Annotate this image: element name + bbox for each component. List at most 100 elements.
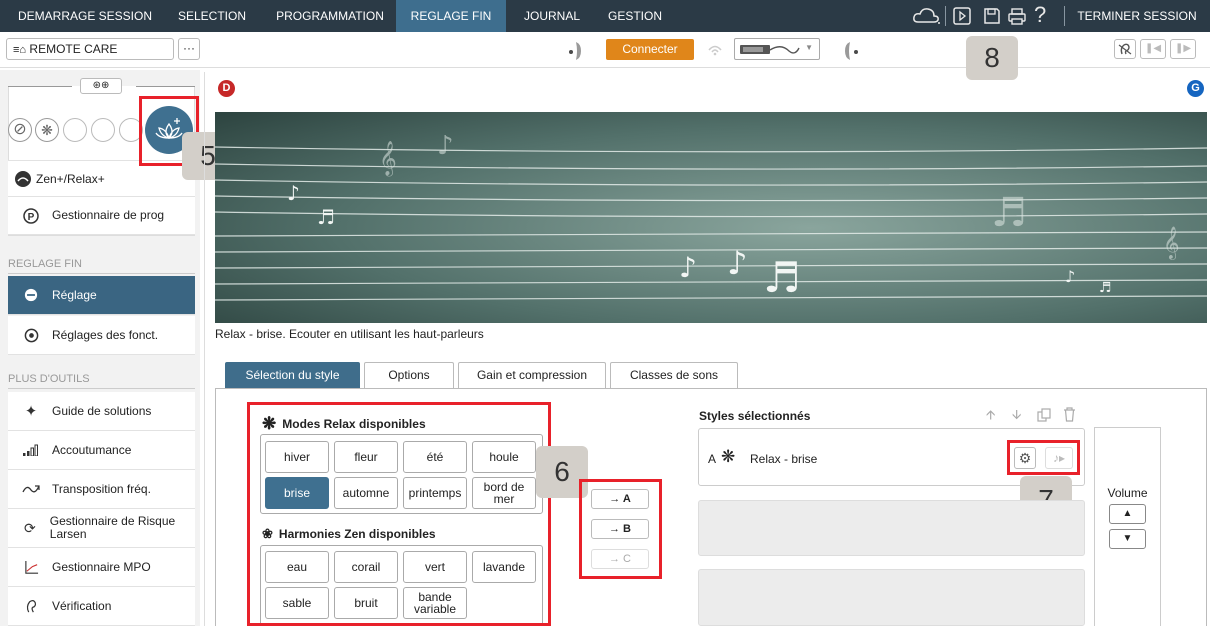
tab-classes-sons[interactable]: Classes de sons: [610, 362, 738, 388]
callout-box-6: [247, 402, 551, 626]
nav-gestion[interactable]: GESTION: [595, 0, 675, 32]
sidebar-item-label: Accoutumance: [52, 442, 132, 457]
svg-text:𝄞: 𝄞: [1163, 226, 1180, 260]
link-sides-button[interactable]: ⊛⊕: [80, 78, 122, 94]
style-slot-b[interactable]: [698, 500, 1085, 556]
feature-gear-icon: [22, 326, 40, 344]
remote-care-button[interactable]: ≡⌂ REMOTE CARE: [6, 38, 174, 60]
selected-styles-title: Styles sélectionnés: [699, 409, 811, 423]
save-icon[interactable]: [982, 6, 1002, 26]
sidebar-item-accoutumance[interactable]: Accoutumance: [8, 431, 195, 470]
relax-style-image: ♪ ♬ ♪ ♪ ♬ ♪ ♬ 𝄞 ♪ ♬ 𝄞: [215, 112, 1207, 323]
style-settings-button[interactable]: ⚙: [1014, 447, 1036, 469]
nav-selection[interactable]: SELECTION: [166, 0, 258, 32]
sidebar-item-larsen[interactable]: ⟳ Gestionnaire de Risque Larsen: [8, 509, 195, 548]
program-p-icon: P: [22, 207, 40, 225]
assign-to-a-button[interactable]: → A: [591, 489, 649, 509]
ear-mute-icon: [1118, 43, 1132, 55]
programmer-dropdown[interactable]: ▼: [734, 38, 820, 60]
feedback-arrows-icon: ⟳: [24, 519, 36, 536]
divider: [8, 388, 195, 389]
volume-panel: [1094, 427, 1161, 626]
style-slot-c[interactable]: [698, 569, 1085, 626]
cloud-icon[interactable]: [912, 6, 942, 26]
sidebar-item-prog-manager[interactable]: P Gestionnaire de prog: [8, 196, 195, 235]
more-button[interactable]: ···: [178, 38, 200, 60]
tab-options[interactable]: Options: [364, 362, 454, 388]
volume-label: Volume: [1107, 486, 1148, 500]
svg-text:♬: ♬: [1099, 280, 1112, 296]
style-caption: Relax - brise. Ecouter en utilisant les …: [215, 327, 484, 341]
nav-divider: [945, 6, 946, 26]
tab-gain-compression[interactable]: Gain et compression: [458, 362, 606, 388]
nav-programmation[interactable]: PROGRAMMATION: [270, 0, 390, 32]
program-slot-empty[interactable]: ⊘: [8, 118, 32, 142]
nav-journal[interactable]: JOURNAL: [512, 0, 592, 32]
zen-program-icon: [15, 170, 31, 187]
nav-divider: [1064, 6, 1065, 26]
play-icon[interactable]: [952, 6, 972, 26]
divider: [136, 86, 195, 87]
volume-down-button[interactable]: ▼: [1109, 529, 1146, 549]
svg-text:♪: ♪: [679, 251, 697, 284]
transposition-icon: [22, 480, 40, 498]
left-hearing-aid-icon: [845, 42, 858, 60]
connect-button[interactable]: Connecter: [606, 39, 694, 60]
panel-divider: [204, 72, 205, 626]
svg-text:♪: ♪: [727, 244, 747, 282]
wireless-icon: [708, 45, 722, 56]
move-down-icon[interactable]: 🡫: [1012, 406, 1021, 428]
section-header-plus-outils: PLUS D'OUTILS: [8, 373, 90, 385]
left-side-button[interactable]: ❚▶: [1170, 39, 1196, 59]
nav-demarrage-session[interactable]: DEMARRAGE SESSION: [14, 0, 156, 32]
programmer-device-icon: [740, 45, 800, 54]
program-slot[interactable]: [63, 118, 87, 142]
assign-to-b-button[interactable]: → B: [591, 519, 649, 539]
svg-text:𝄞: 𝄞: [379, 141, 397, 177]
right-side-button[interactable]: ❚◀: [1140, 39, 1166, 59]
mute-toggle-button[interactable]: [1114, 39, 1136, 59]
sidebar-item-label: Vérification: [52, 598, 112, 613]
remote-care-label: REMOTE CARE: [29, 42, 118, 56]
music-play-icon: ♪▸: [1052, 451, 1066, 465]
sidebar-item-label: Réglages des fonct.: [52, 327, 159, 342]
sidebar-item-reglage[interactable]: Réglage: [8, 276, 195, 315]
chevron-down-icon: ▼: [805, 43, 813, 52]
adjust-icon: [22, 286, 40, 304]
tab-selection-style[interactable]: Sélection du style: [225, 362, 360, 388]
play-sound-button[interactable]: ♪▸: [1045, 447, 1073, 469]
svg-text:♬: ♬: [763, 253, 801, 302]
program-slot-relax[interactable]: ❋: [35, 118, 59, 142]
program-slot[interactable]: [91, 118, 115, 142]
print-icon[interactable]: [1007, 6, 1027, 26]
nav-reglage-fin[interactable]: REGLAGE FIN: [396, 0, 506, 32]
sidebar-item-guide-solutions[interactable]: ✦ Guide de solutions: [8, 392, 195, 431]
gear-icon: ⚙: [1018, 450, 1032, 466]
program-label: Zen+/Relax+: [36, 171, 105, 186]
svg-text:♪: ♪: [437, 131, 454, 161]
sidebar-item-transposition[interactable]: Transposition fréq.: [8, 470, 195, 509]
divider: [8, 86, 72, 87]
copy-icon[interactable]: [1037, 408, 1051, 422]
sidebar-item-label: Réglage: [52, 287, 97, 302]
bar-steps-icon: [22, 441, 40, 459]
volume-up-button[interactable]: ▲: [1109, 504, 1146, 524]
divider: [8, 273, 195, 274]
end-session-button[interactable]: TERMINER SESSION: [1072, 0, 1202, 32]
move-up-icon[interactable]: 🡩: [986, 406, 995, 428]
sidebar-item-verification[interactable]: Vérification: [8, 587, 195, 626]
verification-ear-icon: [22, 597, 40, 615]
svg-text:♬: ♬: [317, 205, 335, 229]
callout-8: 8: [966, 36, 1018, 80]
help-icon[interactable]: ?: [1034, 2, 1046, 28]
trash-icon[interactable]: [1063, 407, 1076, 422]
sidebar-item-reglages-fonct[interactable]: Réglages des fonct.: [8, 316, 195, 355]
top-navigation-bar: DEMARRAGE SESSION SELECTION PROGRAMMATIO…: [0, 0, 1210, 32]
left-side-badge: G: [1187, 80, 1204, 97]
sidebar-item-mpo[interactable]: Gestionnaire MPO: [8, 548, 195, 587]
music-staff-illustration: ♪ ♬ ♪ ♪ ♬ ♪ ♬ 𝄞 ♪ ♬ 𝄞: [215, 112, 1207, 323]
assign-to-c-button[interactable]: → C: [591, 549, 649, 569]
sidebar-item-label: Gestionnaire MPO: [52, 559, 151, 574]
svg-text:P: P: [28, 212, 35, 223]
sidebar-item-label: Gestionnaire de prog: [52, 208, 165, 222]
